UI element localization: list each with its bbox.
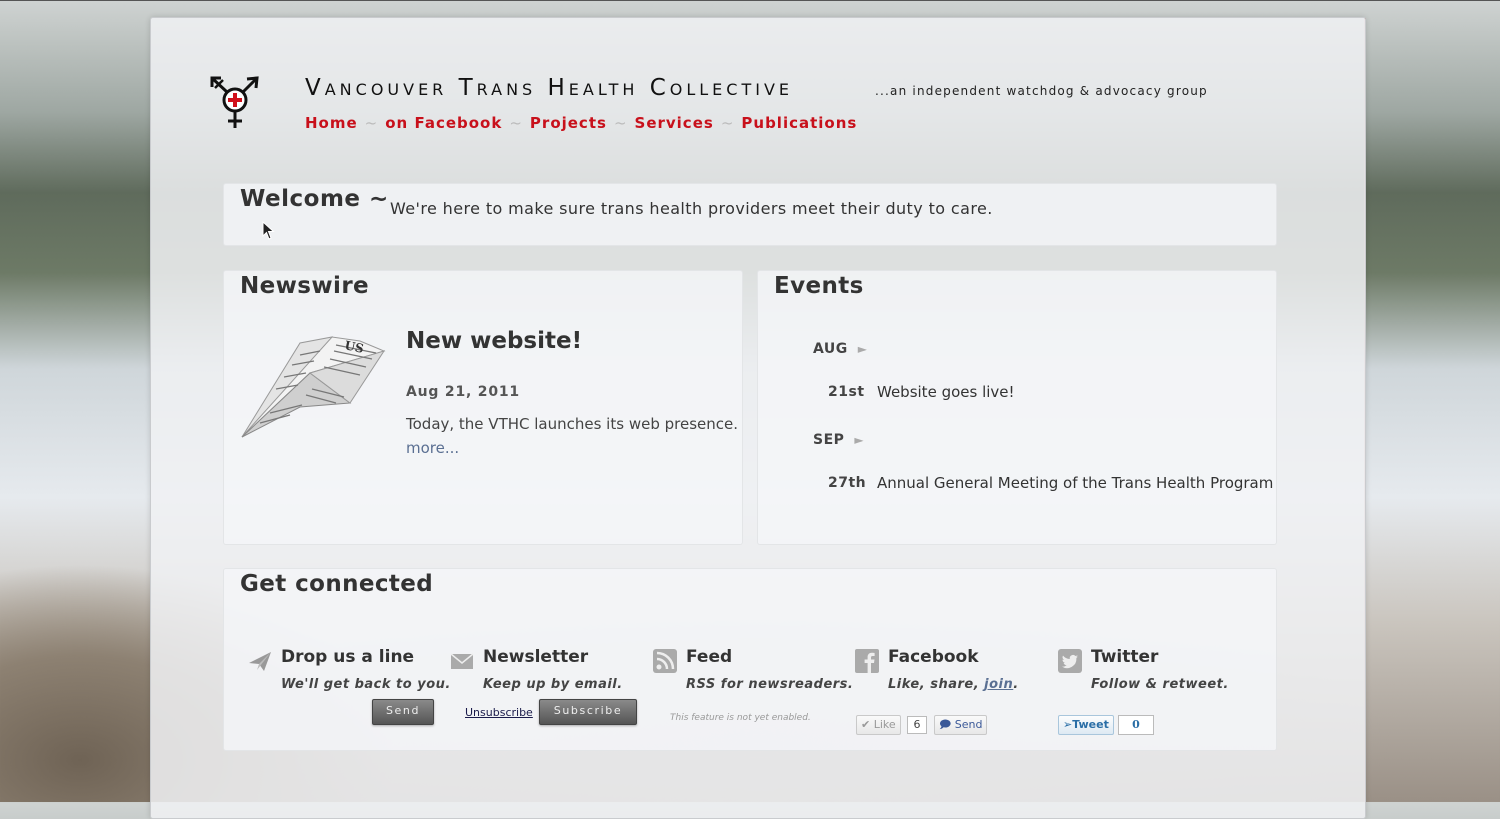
mouse-cursor-icon <box>262 221 275 240</box>
paper-plane-icon <box>249 652 271 671</box>
site-title-word: Trans <box>458 75 548 101</box>
unsubscribe-link[interactable]: Unsubscribe <box>465 706 533 719</box>
site-title-word: Vancouver <box>305 75 459 101</box>
contact-title[interactable]: Drop us a line <box>281 647 414 667</box>
newswire-heading: Newswire <box>240 273 370 299</box>
window-top-border <box>0 0 1500 1</box>
facebook-send-button[interactable]: 🗩 Send <box>934 715 988 735</box>
newsletter-subtitle: Keep up by email. <box>483 677 623 692</box>
facebook-subtitle-prefix: Like, share, <box>888 677 985 692</box>
facebook-icon <box>855 649 879 673</box>
nav-separator: ~ <box>364 114 379 132</box>
welcome-text: We're here to make sure trans health pro… <box>390 199 993 218</box>
like-count: 6 <box>907 716 927 734</box>
send-label: Send <box>954 718 983 731</box>
twitter-title[interactable]: Twitter <box>1091 647 1158 667</box>
event-month-label: AUG <box>813 341 848 357</box>
nav-publications[interactable]: Publications <box>741 114 857 132</box>
event-text[interactable]: Annual General Meeting of the Trans Heal… <box>877 474 1273 492</box>
facebook-subtitle: Like, share, join. <box>888 677 1019 692</box>
send-button[interactable]: Send <box>372 699 434 725</box>
paper-plane-newspaper-image: US <box>241 336 386 438</box>
event-month: SEP ► <box>813 432 864 448</box>
news-more-link[interactable]: more... <box>406 439 459 457</box>
event-day: 27th <box>828 475 867 491</box>
facebook-like-button[interactable]: ✔ Like <box>856 715 901 735</box>
tweet-label: Tweet <box>1072 718 1109 731</box>
twitter-bird-icon: ➢ <box>1063 718 1073 731</box>
event-day: 21st <box>828 384 865 400</box>
event-text[interactable]: Website goes live! <box>877 383 1015 401</box>
feed-subtitle: RSS for newsreaders. <box>686 677 854 692</box>
nav-facebook[interactable]: on Facebook <box>385 114 502 132</box>
tweet-button[interactable]: ➢Tweet <box>1058 715 1114 735</box>
facebook-title[interactable]: Facebook <box>888 647 979 667</box>
nav-separator: ~ <box>720 114 735 132</box>
feed-disabled-note: This feature is not yet enabled. <box>670 713 811 723</box>
triangle-right-icon: ► <box>857 342 868 356</box>
triangle-right-icon: ► <box>854 433 865 447</box>
nav-home[interactable]: Home <box>305 114 358 132</box>
twitter-icon <box>1058 649 1082 673</box>
news-title[interactable]: New website! <box>406 328 582 354</box>
site-title[interactable]: Vancouver Trans Health Collective <box>305 75 793 101</box>
contact-subtitle: We'll get back to you. <box>281 677 451 692</box>
subscribe-button[interactable]: Subscribe <box>539 699 637 725</box>
page-container: Vancouver Trans Health Collective ...an … <box>150 17 1366 819</box>
connect-heading: Get connected <box>240 571 434 597</box>
nav-services[interactable]: Services <box>635 114 714 132</box>
nav-separator: ~ <box>509 114 523 132</box>
get-connected-panel: Get connected Drop us a line We'll get b… <box>223 568 1277 751</box>
nav-separator: ~ <box>613 114 628 132</box>
event-month-label: SEP <box>813 432 845 448</box>
facebook-join-link[interactable]: join <box>984 677 1013 692</box>
site-tagline: ...an independent watchdog & advocacy gr… <box>875 84 1208 98</box>
welcome-panel: Welcome ~ We're here to make sure trans … <box>223 183 1277 246</box>
twitter-subtitle: Follow & retweet. <box>1091 677 1229 692</box>
newsletter-title[interactable]: Newsletter <box>483 647 588 667</box>
envelope-icon <box>450 653 474 669</box>
site-title-word: Collective <box>649 75 794 101</box>
main-nav: Home ~ on Facebook ~ Projects ~ Services ~ Publi… <box>305 114 857 132</box>
events-panel: Events AUG ► 21st Website goes live! SEP ►… <box>757 270 1277 545</box>
news-body: Today, the VTHC launches its web presenc… <box>406 415 738 433</box>
welcome-heading: Welcome ~ <box>240 186 389 212</box>
checkmark-icon: ✔ <box>861 718 871 731</box>
events-heading: Events <box>774 273 864 299</box>
nav-projects[interactable]: Projects <box>530 114 607 132</box>
speech-bubble-icon: 🗩 <box>939 718 952 731</box>
newswire-panel: Newswire US New website! Aug 21, 2011 To… <box>223 270 743 545</box>
news-date: Aug 21, 2011 <box>406 384 520 400</box>
tweet-count: 0 <box>1118 715 1154 735</box>
like-label: Like <box>873 718 896 731</box>
rss-icon <box>653 649 677 673</box>
event-month: AUG ► <box>813 341 868 357</box>
facebook-subtitle-suffix: . <box>1013 677 1019 692</box>
site-title-word: Health <box>547 75 650 101</box>
feed-title[interactable]: Feed <box>686 647 732 667</box>
trans-symbol-logo-icon[interactable] <box>209 76 265 132</box>
